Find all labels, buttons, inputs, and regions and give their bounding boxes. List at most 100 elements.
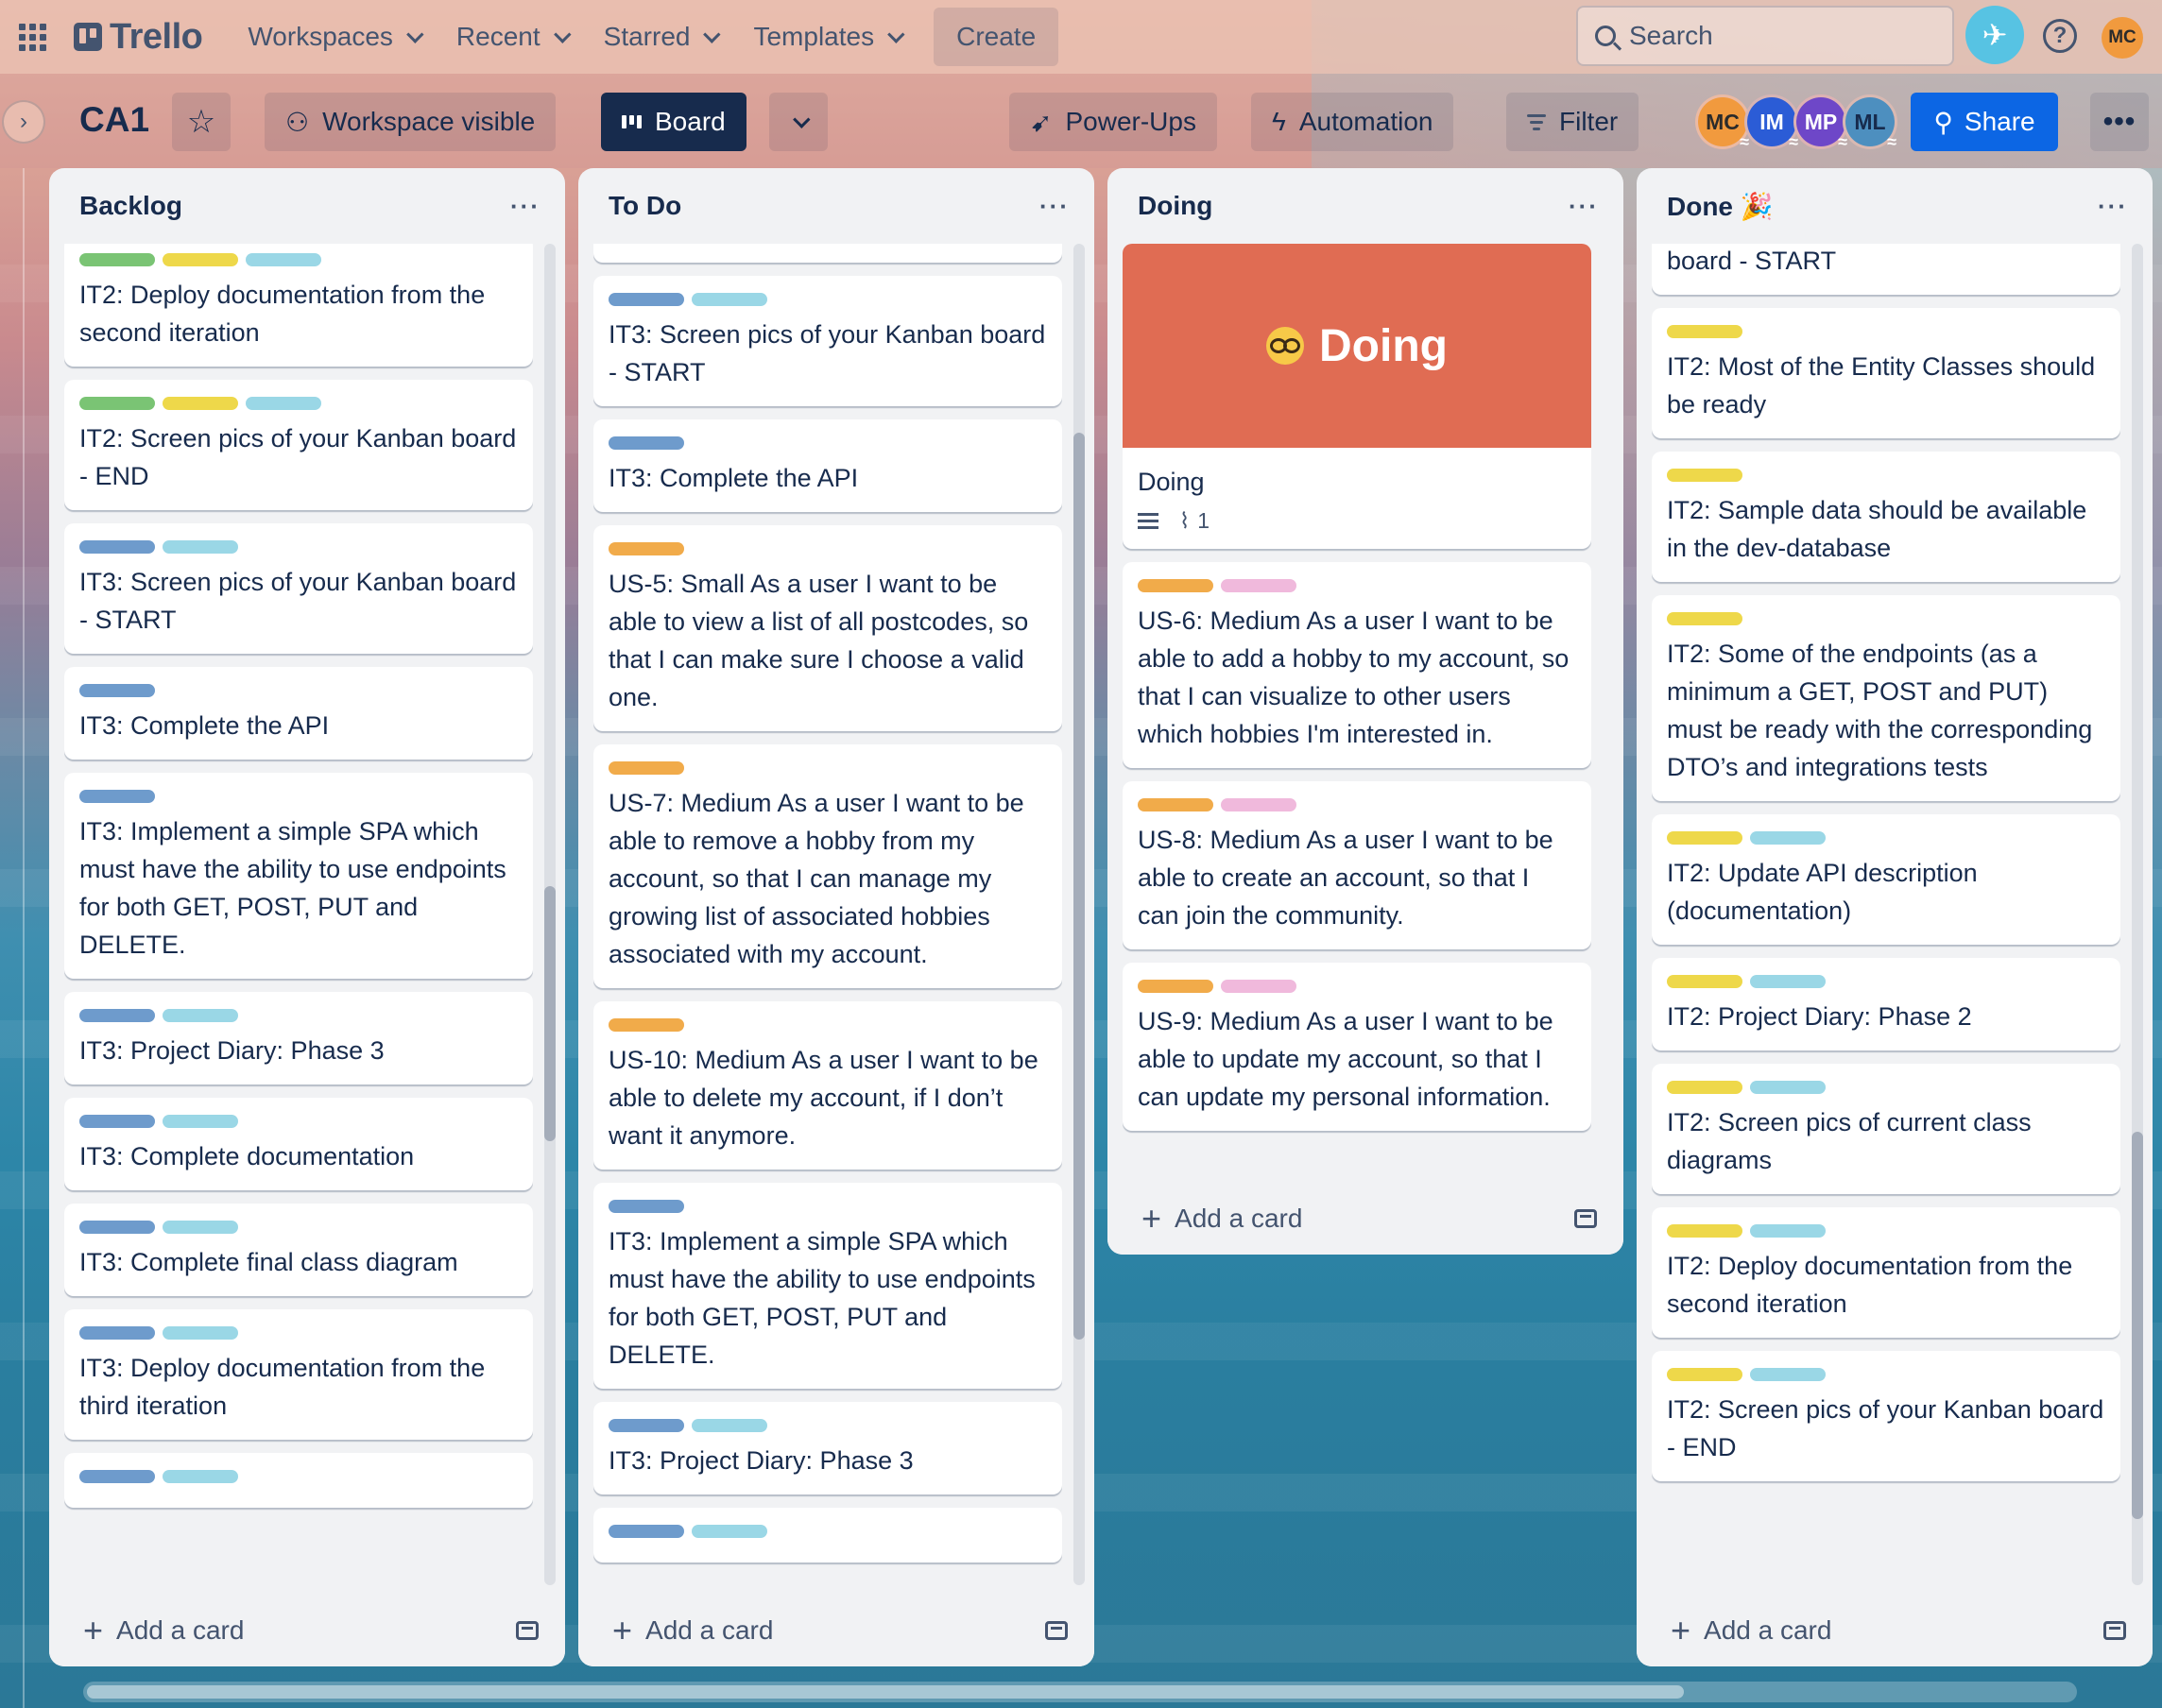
card-label[interactable] xyxy=(163,540,238,554)
card[interactable]: IT3: Implement a simple SPA which must h… xyxy=(64,773,533,979)
board-menu-button[interactable]: ••• xyxy=(2090,93,2149,151)
card[interactable]: IT2: Screen pics of your Kanban board - … xyxy=(64,380,533,510)
card-label[interactable] xyxy=(1667,831,1742,845)
card-label[interactable] xyxy=(79,1009,155,1022)
list-scrollbar[interactable] xyxy=(2132,244,2143,1585)
card-label[interactable] xyxy=(1221,579,1296,592)
card-label[interactable] xyxy=(1221,798,1296,811)
card-label[interactable] xyxy=(1138,579,1213,592)
add-card-button[interactable]: + Add a card xyxy=(83,1614,244,1648)
card[interactable]: US-8: Medium As a user I want to be able… xyxy=(1123,781,1591,949)
board-scrollbar-thumb[interactable] xyxy=(87,1685,1684,1699)
notifications-button[interactable]: ✈ xyxy=(1965,6,2024,64)
card[interactable]: US-7: Medium As a user I want to be able… xyxy=(593,744,1062,988)
search-input[interactable]: Search xyxy=(1576,6,1954,66)
card-template-icon[interactable] xyxy=(2103,1621,2126,1640)
card-label[interactable] xyxy=(1667,1224,1742,1238)
list-menu-icon[interactable]: ··· xyxy=(2098,192,2128,221)
card-label[interactable] xyxy=(79,1221,155,1234)
list-title[interactable]: Backlog xyxy=(79,191,182,221)
add-card-button[interactable]: + Add a card xyxy=(1671,1614,1831,1648)
card[interactable]: IT2: Screen pics of current class diagra… xyxy=(1652,1064,2120,1194)
card[interactable]: US-9: Medium As a user I want to be able… xyxy=(1123,963,1591,1131)
member-avatar[interactable]: MP xyxy=(1793,94,1848,152)
card[interactable]: IT3: Screen pics of your Kanban board - … xyxy=(64,523,533,654)
card-label[interactable] xyxy=(692,1419,767,1432)
card[interactable]: IT3: Complete documentation xyxy=(64,1098,533,1190)
card-label[interactable] xyxy=(1750,1081,1826,1094)
card-label[interactable] xyxy=(609,293,684,306)
card-label[interactable] xyxy=(609,436,684,450)
nav-starred[interactable]: Starred xyxy=(585,8,735,66)
card-label[interactable] xyxy=(609,542,684,555)
card-label[interactable] xyxy=(79,397,155,410)
card-label[interactable] xyxy=(609,1200,684,1213)
nav-recent[interactable]: Recent xyxy=(438,8,585,66)
card[interactable]: board - START xyxy=(1652,244,2120,295)
add-card-button[interactable]: + Add a card xyxy=(612,1614,773,1648)
card-partial[interactable] xyxy=(593,244,1062,263)
card[interactable]: IT2: Deploy documentation from the secon… xyxy=(64,244,533,367)
card[interactable]: IT2: Sample data should be available in … xyxy=(1652,452,2120,582)
list-scrollbar-thumb[interactable] xyxy=(1073,433,1085,1340)
card-label[interactable] xyxy=(163,1009,238,1022)
share-button[interactable]: ⚲ Share xyxy=(1911,93,2058,151)
card[interactable]: IT3: Screen pics of your Kanban board - … xyxy=(593,276,1062,406)
views-dropdown-button[interactable] xyxy=(769,93,828,151)
card[interactable]: IT2: Project Diary: Phase 2 xyxy=(1652,958,2120,1050)
card-label[interactable] xyxy=(1667,975,1742,988)
card[interactable]: US-10: Medium As a user I want to be abl… xyxy=(593,1001,1062,1170)
card[interactable]: US-5: Small As a user I want to be able … xyxy=(593,525,1062,731)
list-scrollbar-thumb[interactable] xyxy=(544,886,556,1141)
card-label[interactable] xyxy=(163,1470,238,1483)
card-label[interactable] xyxy=(246,253,321,266)
card[interactable]: IT2: Most of the Entity Classes should b… xyxy=(1652,308,2120,438)
visibility-button[interactable]: ⚇ Workspace visible xyxy=(265,93,557,151)
card-label[interactable] xyxy=(692,293,767,306)
card-label[interactable] xyxy=(609,761,684,775)
card-label[interactable] xyxy=(692,1525,767,1538)
sidebar-expand-button[interactable]: › xyxy=(2,100,45,144)
power-ups-button[interactable]: ➹ Power-Ups xyxy=(1009,93,1217,151)
add-card-button[interactable]: + Add a card xyxy=(1141,1202,1302,1236)
list-scrollbar[interactable] xyxy=(544,244,556,1585)
card-label[interactable] xyxy=(1750,1224,1826,1238)
card-label[interactable] xyxy=(609,1018,684,1032)
list-menu-icon[interactable]: ··· xyxy=(1039,192,1070,221)
card-label[interactable] xyxy=(246,397,321,410)
card-label[interactable] xyxy=(609,1419,684,1432)
list-title[interactable]: Doing xyxy=(1138,191,1212,221)
card-template-icon[interactable] xyxy=(1045,1621,1068,1640)
card-label[interactable] xyxy=(79,790,155,803)
card-label[interactable] xyxy=(79,1115,155,1128)
card-label[interactable] xyxy=(79,1326,155,1340)
member-avatar[interactable]: IM xyxy=(1744,94,1799,152)
card[interactable]: IT3: Complete final class diagram xyxy=(64,1204,533,1296)
card-label[interactable] xyxy=(1138,980,1213,993)
card[interactable]: IT2: Screen pics of your Kanban board - … xyxy=(1652,1351,2120,1481)
card[interactable]: Doing Doing ⌇ 1 xyxy=(1123,244,1591,549)
card-label[interactable] xyxy=(79,253,155,266)
card-label[interactable] xyxy=(79,540,155,554)
list-menu-icon[interactable]: ··· xyxy=(510,192,540,221)
card-label[interactable] xyxy=(79,684,155,697)
card-label[interactable] xyxy=(1750,1368,1826,1381)
list-scrollbar[interactable] xyxy=(1073,244,1085,1585)
card[interactable]: IT3: Implement a simple SPA which must h… xyxy=(593,1183,1062,1389)
card[interactable] xyxy=(593,1508,1062,1563)
star-board-button[interactable]: ☆ xyxy=(172,93,231,151)
card[interactable]: US-6: Medium As a user I want to be able… xyxy=(1123,562,1591,768)
member-avatar[interactable]: ML xyxy=(1843,94,1897,152)
card-label[interactable] xyxy=(163,1115,238,1128)
nav-workspaces[interactable]: Workspaces xyxy=(229,8,438,66)
list-title[interactable]: Done 🎉 xyxy=(1667,191,1774,222)
card-label[interactable] xyxy=(1221,980,1296,993)
account-avatar[interactable]: MC xyxy=(2102,17,2143,59)
card-label[interactable] xyxy=(79,1470,155,1483)
create-button[interactable]: Create xyxy=(934,8,1059,66)
nav-templates[interactable]: Templates xyxy=(734,8,918,66)
list-title[interactable]: To Do xyxy=(609,191,681,221)
card[interactable]: IT3: Deploy documentation from the third… xyxy=(64,1309,533,1440)
card-label[interactable] xyxy=(163,1326,238,1340)
card[interactable]: IT3: Project Diary: Phase 3 xyxy=(64,992,533,1085)
